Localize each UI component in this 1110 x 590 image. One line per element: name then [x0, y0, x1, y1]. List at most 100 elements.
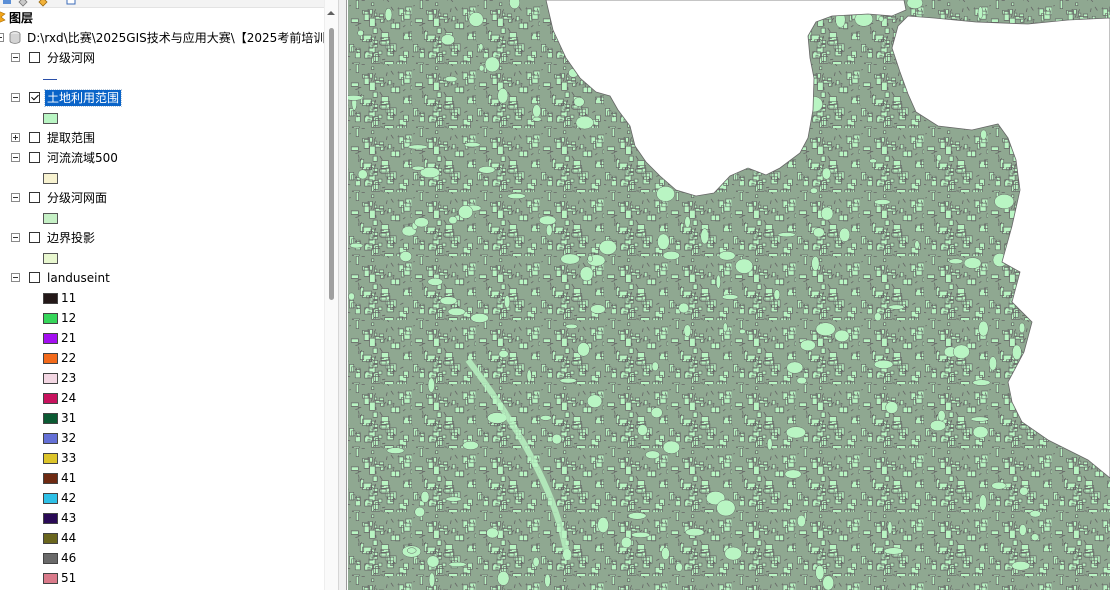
toc-header: 图层 [0, 8, 324, 28]
class-color-swatch [43, 553, 58, 564]
scroll-up-arrow-icon[interactable] [327, 11, 335, 15]
class-label: 44 [61, 531, 77, 545]
collapse-layer-icon[interactable] [11, 93, 20, 102]
legend-class-row: 31 [0, 408, 324, 428]
collapse-layer-icon[interactable] [11, 53, 20, 62]
fill-symbol-swatch [43, 113, 58, 124]
layer-tree: 图层 D:\rxd\比赛\2025GIS技术与应用大赛\【2025考前培训分级河网… [0, 8, 326, 590]
collapse-layer-icon[interactable] [11, 153, 20, 162]
class-label: 32 [61, 431, 77, 445]
layer-row[interactable]: 边界投影 [0, 228, 324, 248]
legend-class-row: 42 [0, 488, 324, 508]
layer-visibility-checkbox[interactable] [29, 272, 40, 283]
class-label: 24 [61, 391, 77, 405]
class-label: 22 [61, 351, 77, 365]
class-label: 42 [61, 491, 77, 505]
legend-class-row: 21 [0, 328, 324, 348]
class-label: 41 [61, 471, 77, 485]
legend-class-row: 11 [0, 288, 324, 308]
class-color-swatch [43, 433, 58, 444]
class-color-swatch [43, 313, 58, 324]
layer-name[interactable]: 提取范围 [47, 130, 95, 146]
layer-name[interactable]: 土地利用范围 [43, 89, 123, 107]
layer-row[interactable]: 分级河网 [0, 48, 324, 68]
class-color-swatch [43, 573, 58, 584]
layer-name[interactable]: 河流流域500 [47, 150, 118, 166]
legend-row [0, 208, 324, 228]
class-label: 51 [61, 571, 77, 585]
list-by-drawing-order-icon[interactable] [2, 0, 12, 7]
collapse-layer-icon[interactable] [11, 273, 20, 282]
toc-toolbar [0, 0, 338, 8]
layer-visibility-checkbox[interactable] [29, 232, 40, 243]
list-by-source-icon[interactable] [18, 0, 28, 7]
class-color-swatch [43, 333, 58, 344]
database-icon [9, 31, 21, 44]
legend-class-row: 23 [0, 368, 324, 388]
land-use-map[interactable] [348, 0, 1110, 590]
fill-symbol-swatch [43, 253, 58, 264]
layer-row[interactable]: 提取范围 [0, 128, 324, 148]
legend-class-row: 24 [0, 388, 324, 408]
legend-class-row: 41 [0, 468, 324, 488]
line-symbol-icon [43, 79, 57, 80]
class-label: 31 [61, 411, 77, 425]
layer-visibility-checkbox[interactable] [29, 52, 40, 63]
scrollbar-thumb[interactable] [329, 28, 334, 300]
panel-splitter[interactable] [338, 0, 347, 590]
layer-visibility-checkbox[interactable] [29, 192, 40, 203]
class-label: 43 [61, 511, 77, 525]
layer-name[interactable]: 边界投影 [47, 230, 95, 246]
class-color-swatch [43, 393, 58, 404]
collapse-layer-icon[interactable] [11, 193, 20, 202]
fill-symbol-swatch [43, 213, 58, 224]
class-color-swatch [43, 353, 58, 364]
legend-class-row: 43 [0, 508, 324, 528]
class-color-swatch [43, 453, 58, 464]
toc-title: 图层 [9, 11, 34, 25]
layer-visibility-checkbox[interactable] [29, 152, 40, 163]
class-color-swatch [43, 413, 58, 424]
layer-row[interactable]: 河流流域500 [0, 148, 324, 168]
table-of-contents-panel: 图层 D:\rxd\比赛\2025GIS技术与应用大赛\【2025考前培训分级河网… [0, 0, 338, 590]
map-view[interactable] [348, 0, 1110, 590]
legend-class-row: 46 [0, 548, 324, 568]
data-frame-row[interactable]: D:\rxd\比赛\2025GIS技术与应用大赛\【2025考前培训 [0, 28, 326, 48]
class-color-swatch [43, 493, 58, 504]
data-frame-path: D:\rxd\比赛\2025GIS技术与应用大赛\【2025考前培训 [27, 31, 326, 45]
collapse-layer-icon[interactable] [11, 233, 20, 242]
list-by-selection-icon[interactable] [66, 0, 76, 7]
class-label: 46 [61, 551, 77, 565]
class-color-swatch [43, 373, 58, 384]
class-label: 21 [61, 331, 77, 345]
list-by-visibility-icon[interactable] [38, 0, 48, 7]
layer-row[interactable]: 土地利用范围 [0, 88, 324, 108]
class-color-swatch [43, 533, 58, 544]
class-color-swatch [43, 473, 58, 484]
class-label: 33 [61, 451, 77, 465]
layer-name[interactable]: 分级河网面 [47, 190, 107, 206]
legend-class-row: 32 [0, 428, 324, 448]
class-label: 23 [61, 371, 77, 385]
class-label: 12 [61, 311, 77, 325]
legend-class-row: 51 [0, 568, 324, 588]
fill-symbol-swatch [43, 173, 58, 184]
expand-layer-icon[interactable] [11, 133, 20, 142]
legend-row [0, 248, 324, 268]
toc-scrollbar[interactable] [324, 0, 338, 590]
layer-row[interactable]: landuseint [0, 268, 324, 288]
layer-visibility-checkbox[interactable] [29, 132, 40, 143]
layer-name[interactable]: 分级河网 [47, 50, 95, 66]
legend-class-row: 33 [0, 448, 324, 468]
class-color-swatch [43, 513, 58, 524]
legend-row [0, 68, 324, 88]
data-frame-expander[interactable] [0, 33, 4, 42]
legend-class-row: 44 [0, 528, 324, 548]
layer-row[interactable]: 分级河网面 [0, 188, 324, 208]
legend-row [0, 108, 324, 128]
layers-icon [0, 11, 6, 23]
class-label: 11 [61, 291, 77, 305]
layer-visibility-checkbox[interactable] [29, 92, 40, 103]
layer-name[interactable]: landuseint [47, 270, 110, 286]
legend-class-row: 22 [0, 348, 324, 368]
